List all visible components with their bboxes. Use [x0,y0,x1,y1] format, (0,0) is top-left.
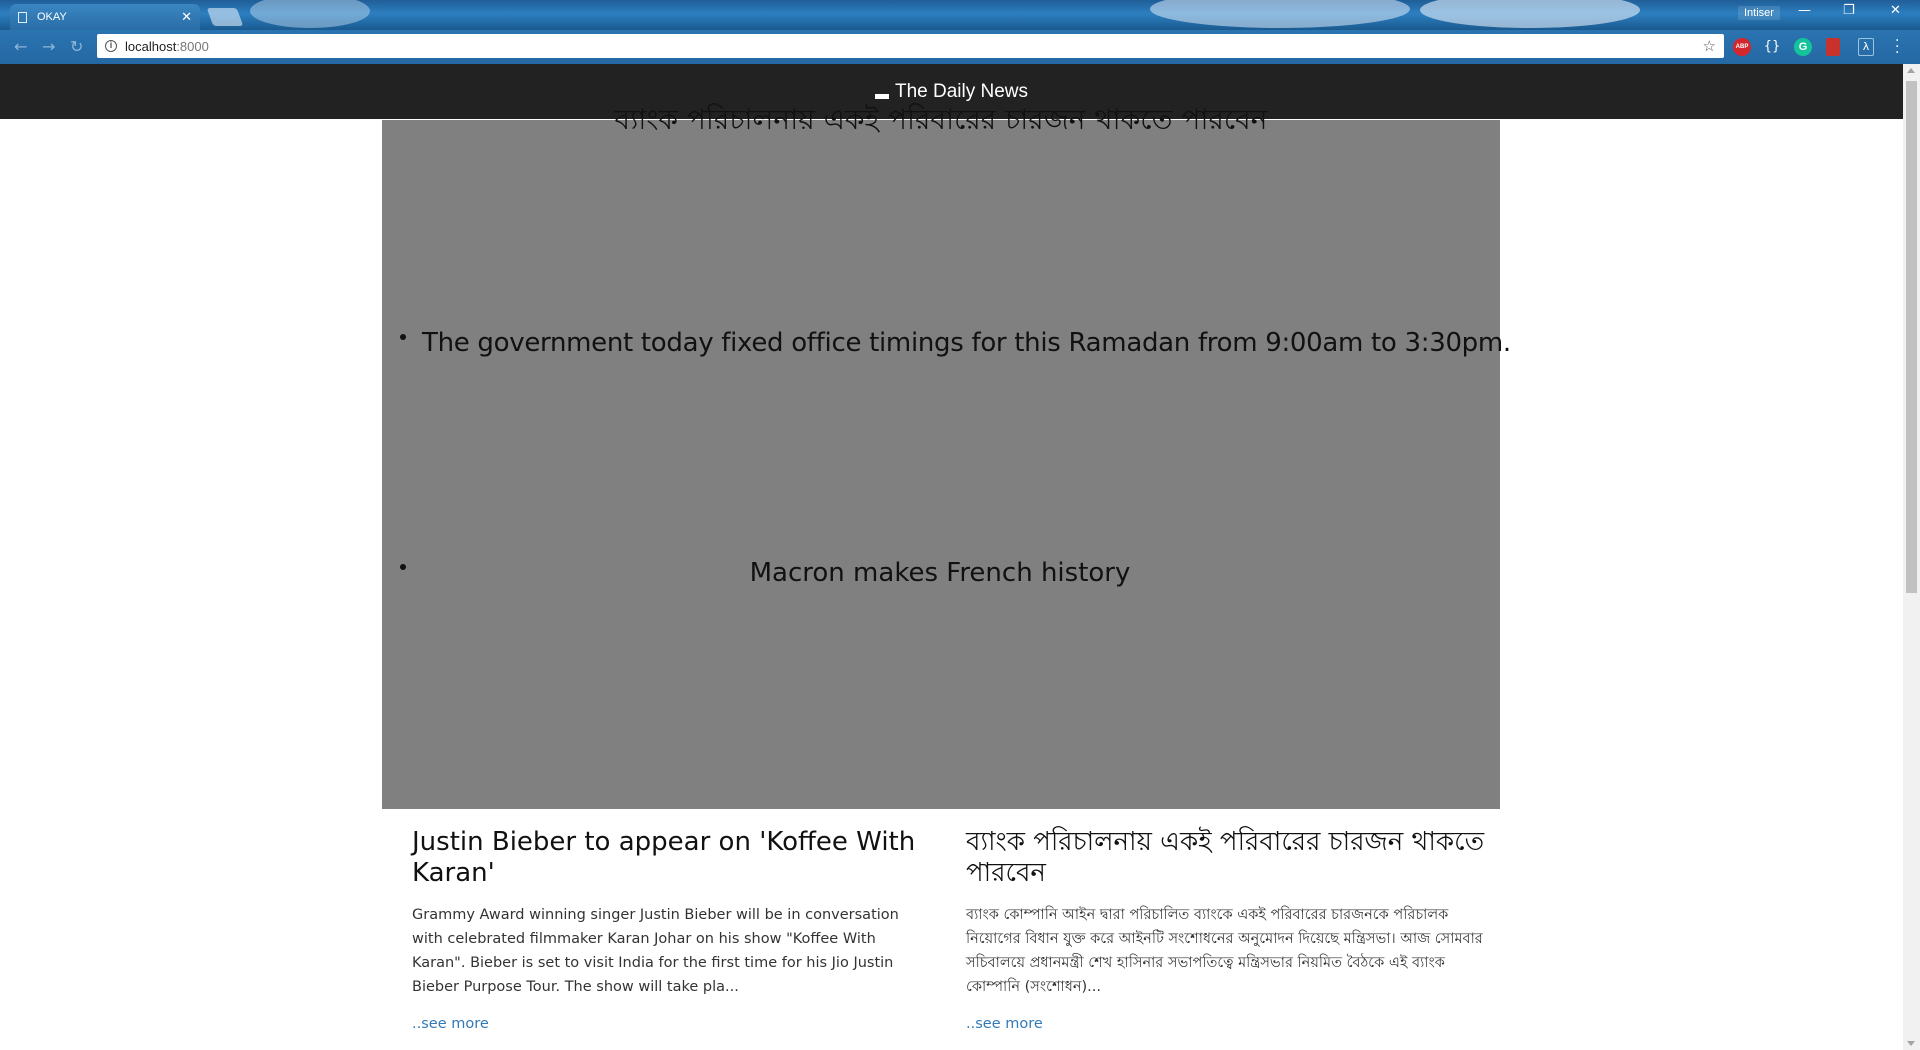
carousel-item-text: Macron makes French history [749,558,1131,588]
page-scrollbar[interactable] [1903,64,1920,1050]
carousel-item-text: The government today fixed office timing… [422,328,1511,358]
scroll-up-icon[interactable] [1907,68,1915,73]
bullet-icon [400,334,406,340]
adblock-plus-icon[interactable]: ABP [1733,38,1751,56]
browser-toolbar: ← → ↻ i localhost:8000 ☆ ABP {} G λ · · · [0,30,1920,64]
forward-arrow-icon[interactable]: → [42,37,55,56]
star-icon[interactable]: ☆ [1703,37,1716,55]
article-summary: Grammy Award winning singer Justin Biebe… [412,907,899,995]
article-list: Justin Bieber to appear on 'Koffee With … [382,827,1500,1050]
lambda-extension-icon[interactable]: λ [1858,38,1874,56]
restore-icon[interactable]: ❐ [1843,3,1855,18]
page-icon [18,11,27,23]
article-title[interactable]: ব্যাংক পরিচালনায় একই পরিবারের চারজন থাক… [966,827,1486,889]
theme-cloud [1420,0,1640,28]
address-bar[interactable]: i localhost:8000 ☆ [97,34,1724,58]
page-viewport: The Daily News ব্যাংক পরিচালনায় একই পরি… [0,64,1903,1050]
site-info-icon[interactable]: i [105,40,117,52]
new-tab-button[interactable] [206,8,244,26]
carousel-heading: ব্যাংক পরিচালনায় একই পরিবারের চারজন থাক… [614,103,1268,136]
browser-tab[interactable]: OKAY ✕ [10,4,200,30]
url-host: localhost [125,38,177,54]
grammarly-icon[interactable]: G [1794,38,1812,56]
reload-icon[interactable]: ↻ [70,37,83,56]
article-card: Justin Bieber to appear on 'Koffee With … [412,827,932,1032]
bullet-icon [400,564,406,570]
tab-close-icon[interactable]: ✕ [181,9,192,25]
carousel-item[interactable]: Macron makes French history [400,558,1500,588]
window-close-icon[interactable]: ✕ [1890,3,1901,18]
see-more-link[interactable]: ..see more [966,1016,1043,1032]
theme-cloud [1150,0,1410,28]
scrollbar-thumb[interactable] [1906,81,1917,593]
minimize-icon[interactable]: — [1798,3,1811,18]
profile-button[interactable]: Intiser [1738,6,1780,20]
bookmark-extension-icon[interactable] [1826,38,1840,56]
back-arrow-icon[interactable]: ← [14,37,27,56]
browser-tab-strip: OKAY ✕ Intiser — ❐ ✕ [0,0,1920,30]
article-card: ব্যাংক পরিচালনায় একই পরিবারের চারজন থাক… [966,827,1486,1032]
scroll-down-icon[interactable] [1907,1041,1915,1046]
url-port: :8000 [176,38,209,54]
article-summary: ব্যাংক কোম্পানি আইন দ্বারা পরিচালিত ব্যা… [966,907,1483,995]
browser-menu-icon[interactable]: · · · [1895,34,1899,60]
carousel-item[interactable]: The government today fixed office timing… [400,328,1511,358]
theme-cloud [250,0,370,28]
see-more-link[interactable]: ..see more [412,1016,489,1032]
tab-title: OKAY [37,11,67,23]
article-title[interactable]: Justin Bieber to appear on 'Koffee With … [412,827,932,889]
news-carousel[interactable]: ব্যাংক পরিচালনায় একই পরিবারের চারজন থাক… [382,103,1511,809]
json-braces-icon[interactable]: {} [1763,38,1781,56]
